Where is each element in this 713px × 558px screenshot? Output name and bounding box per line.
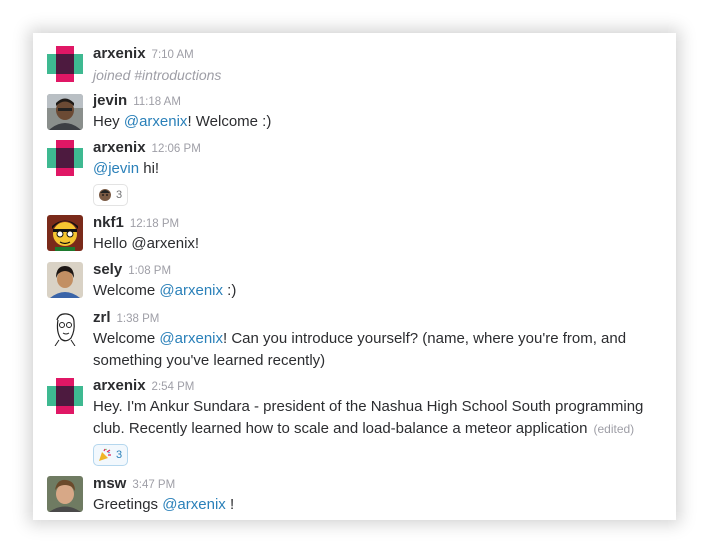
message-text: joined #introductions (93, 67, 222, 83)
message-text: Greetings @arxenix ! (93, 496, 235, 513)
nkf1-avatar[interactable] (47, 215, 83, 251)
message-pane: arxenix 7:10 AM joined #introductions jev… (33, 33, 676, 520)
zrl-avatar[interactable] (47, 310, 83, 346)
reaction-count: 3 (116, 449, 123, 461)
author-name[interactable]: arxenix (93, 45, 146, 62)
timestamp[interactable]: 1:38 PM (117, 313, 160, 325)
message-header: nkf1 12:18 PM (93, 214, 179, 232)
mention-link[interactable]: @arxenix (159, 282, 223, 299)
author-name[interactable]: nkf1 (93, 214, 124, 231)
sketch-face-icon (47, 310, 83, 346)
message-header: sely 1:08 PM (93, 261, 171, 279)
timestamp[interactable]: 12:18 PM (130, 218, 179, 230)
message-header: zrl 1:38 PM (93, 309, 159, 327)
arxenix-avatar[interactable] (47, 46, 83, 82)
message-text: Hey. I'm Ankur Sundara - president of th… (93, 398, 644, 437)
msw-avatar[interactable] (47, 476, 83, 512)
timestamp[interactable]: 3:47 PM (132, 479, 175, 491)
timestamp[interactable]: 2:54 PM (152, 381, 195, 393)
arxenix-logo-icon (47, 46, 83, 82)
message-header: arxenix 7:10 AM (93, 45, 194, 63)
timestamp[interactable]: 12:06 PM (152, 143, 201, 155)
author-name[interactable]: jevin (93, 92, 127, 109)
person-photo-icon (47, 94, 83, 130)
author-name[interactable]: arxenix (93, 139, 146, 156)
message-text: Welcome @arxenix! Can you introduce your… (93, 330, 627, 369)
arxenix-logo-icon (47, 378, 83, 414)
author-name[interactable]: arxenix (93, 377, 146, 394)
mention-link[interactable]: @arxenix (124, 113, 188, 130)
author-name[interactable]: sely (93, 261, 122, 278)
mention-link[interactable]: @jevin (93, 160, 139, 177)
arxenix-logo-icon (47, 140, 83, 176)
message-header: jevin 11:18 AM (93, 92, 181, 110)
timestamp[interactable]: 11:18 AM (133, 96, 181, 108)
mention-link[interactable]: @arxenix (159, 330, 223, 347)
message-header: arxenix 12:06 PM (93, 139, 201, 157)
person-photo-icon (47, 476, 83, 512)
message-text: Hello @arxenix! (93, 235, 200, 252)
cartoon-character-icon (47, 215, 83, 251)
message-header: msw 3:47 PM (93, 475, 175, 493)
mention-link[interactable]: @arxenix (162, 496, 226, 513)
timestamp[interactable]: 1:08 PM (128, 265, 171, 277)
person-face-emoji-icon (99, 189, 111, 201)
timestamp[interactable]: 7:10 AM (152, 49, 194, 61)
message-text: Welcome @arxenix :) (93, 282, 237, 299)
party-popper-emoji-icon (99, 448, 111, 461)
reaction-button[interactable]: 3 (93, 444, 129, 466)
author-name[interactable]: msw (93, 475, 126, 492)
arxenix-avatar[interactable] (47, 140, 83, 176)
jevin-avatar[interactable] (47, 94, 83, 130)
sely-avatar[interactable] (47, 262, 83, 298)
edited-label: (edited) (593, 422, 635, 436)
person-photo-icon (47, 262, 83, 298)
message-text: @jevin hi! (93, 160, 160, 177)
reaction-count: 3 (116, 189, 123, 201)
arxenix-avatar[interactable] (47, 378, 83, 414)
author-name[interactable]: zrl (93, 309, 111, 326)
message-text: Hey @arxenix! Welcome :) (93, 113, 272, 130)
reaction-button[interactable]: 3 (93, 184, 129, 206)
message-header: arxenix 2:54 PM (93, 377, 194, 395)
